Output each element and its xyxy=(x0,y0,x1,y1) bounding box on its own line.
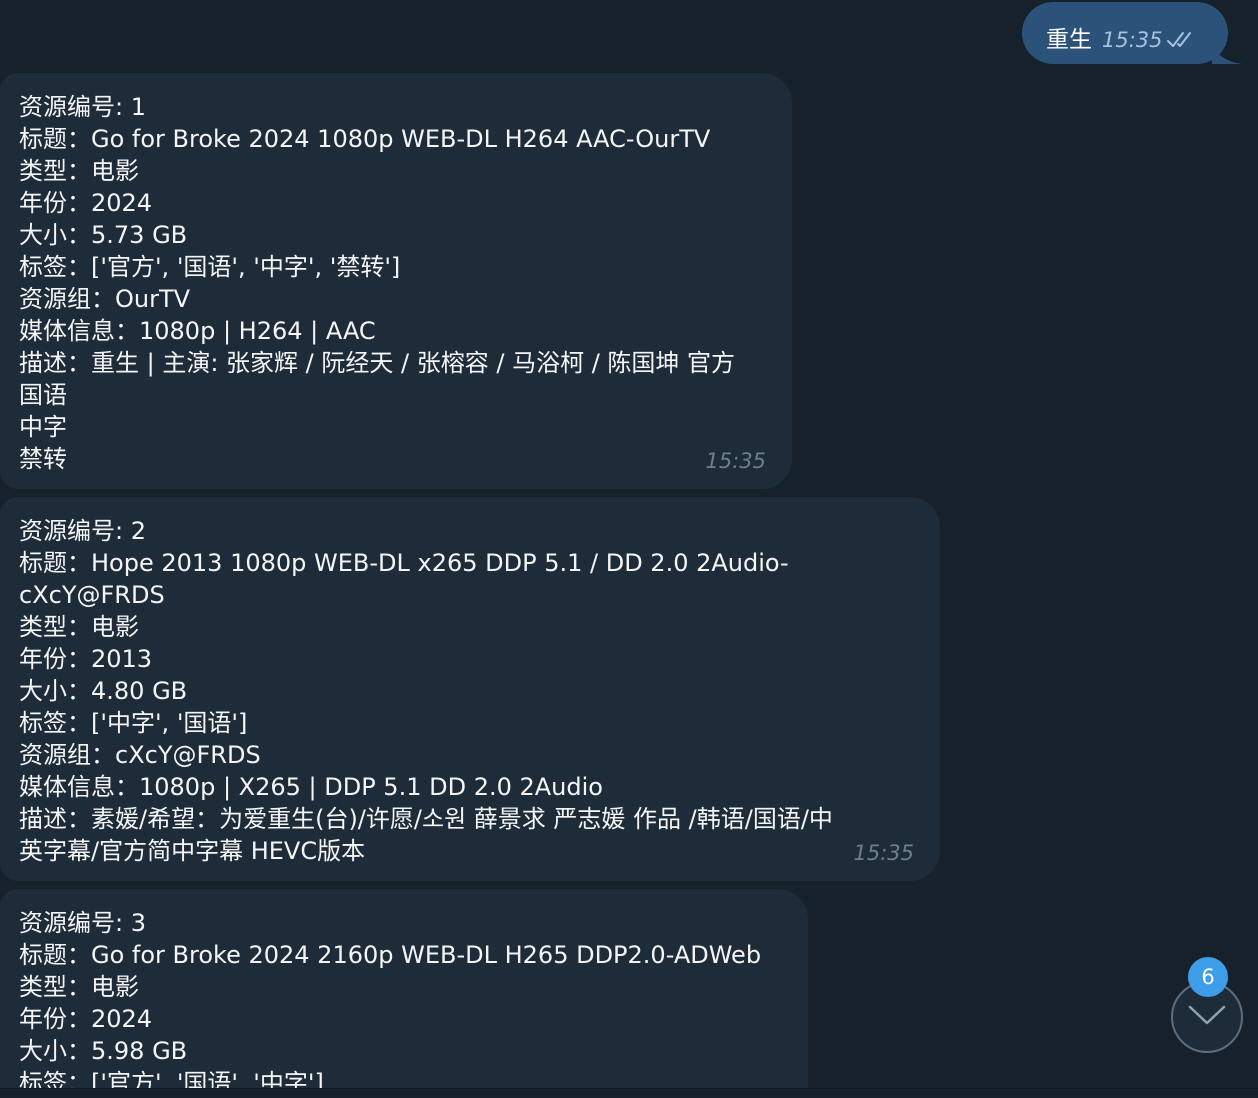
message-line: 媒体信息：1080p | H264 | AAC xyxy=(19,317,376,345)
message-line: 标题：Go for Broke 2024 2160p WEB-DL H265 D… xyxy=(19,941,762,969)
message-line: 大小：4.80 GB xyxy=(19,677,188,705)
message-line: cXcY@FRDS xyxy=(19,581,165,609)
bottom-edge xyxy=(0,1088,1258,1098)
message-line: 资源编号: 1 xyxy=(19,93,146,121)
incoming-message[interactable]: 资源编号: 3 标题：Go for Broke 2024 2160p WEB-D… xyxy=(0,889,808,1098)
message-line: 中字 xyxy=(19,413,67,441)
incoming-message[interactable]: 资源编号: 1 标题：Go for Broke 2024 1080p WEB-D… xyxy=(0,73,792,489)
message-line: 禁转 xyxy=(19,445,67,473)
unread-count-badge[interactable]: 6 xyxy=(1188,957,1228,997)
message-line: 英字幕/官方简中字幕 HEVC版本 xyxy=(19,837,366,865)
message-line: 年份：2024 xyxy=(19,189,153,217)
message-line: 年份：2013 xyxy=(19,645,153,673)
message-line: 标题：Go for Broke 2024 1080p WEB-DL H264 A… xyxy=(19,125,711,153)
message-line: 类型：电影 xyxy=(19,613,139,641)
message-line: 资源组：OurTV xyxy=(19,285,191,313)
chat-area: 重生 15:35 资源编号: 1 标题：Go for Broke 2024 108… xyxy=(0,0,1258,1098)
message-line: 标签：['中字', '国语'] xyxy=(19,709,248,737)
outgoing-message-time: 15:35 xyxy=(1102,28,1163,52)
message-line: 媒体信息：1080p | X265 | DDP 5.1 DD 2.0 2Audi… xyxy=(19,773,603,801)
message-line: 标签：['官方', '国语', '中字', '禁转'] xyxy=(19,253,401,281)
message-line: 描述：素媛/希望：为爱重生(台)/许愿/소원 薛景求 严志媛 作品 /韩语/国语… xyxy=(19,805,833,833)
message-line: 类型：电影 xyxy=(19,973,139,1001)
message-line: 大小：5.98 GB xyxy=(19,1037,188,1065)
message-line: 国语 xyxy=(19,381,67,409)
outgoing-message[interactable]: 重生 15:35 xyxy=(1022,2,1228,64)
message-line: 年份：2024 xyxy=(19,1005,153,1033)
message-line: 资源编号: 3 xyxy=(19,909,146,937)
double-check-icon xyxy=(1166,30,1197,56)
message-time: 15:35 xyxy=(705,449,766,473)
message-line: 类型：电影 xyxy=(19,157,139,185)
message-line: 资源编号: 2 xyxy=(19,517,146,545)
incoming-message[interactable]: 资源编号: 2 标题：Hope 2013 1080p WEB-DL x265 D… xyxy=(0,497,940,881)
message-line: 大小：5.73 GB xyxy=(19,221,188,249)
message-line: 标题：Hope 2013 1080p WEB-DL x265 DDP 5.1 /… xyxy=(19,549,789,577)
message-line: 描述：重生 | 主演: 张家辉 / 阮经天 / 张榕容 / 马浴柯 / 陈国坤 … xyxy=(19,349,736,377)
chevron-down-icon xyxy=(1187,1003,1227,1031)
message-time: 15:35 xyxy=(853,841,914,865)
message-line: 资源组：cXcY@FRDS xyxy=(19,741,261,769)
outgoing-message-text: 重生 xyxy=(1046,27,1092,53)
